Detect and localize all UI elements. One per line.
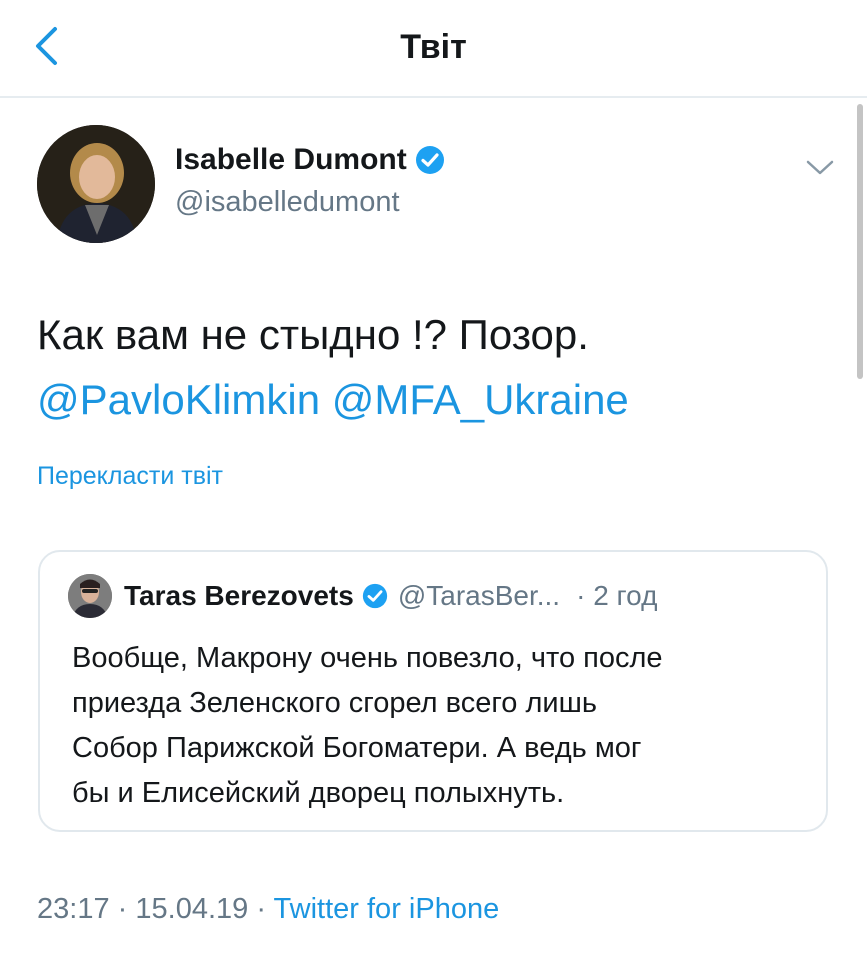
quoted-text-line: Вообще, Макрону очень повезло, что после <box>72 642 663 674</box>
quoted-author-name: Taras Berezovets <box>124 580 354 611</box>
tweet-time: 23:17 <box>37 893 110 925</box>
mention-link[interactable]: @PavloKlimkin <box>37 376 320 423</box>
meta-separator: · <box>256 893 266 925</box>
quoted-tweet-card[interactable]: Taras Berezovets @TarasBer... · 2 год Во… <box>38 550 828 832</box>
tweet-metadata: 23:17 · 15.04.19 · Twitter for iPhone <box>37 893 499 926</box>
author-name-row: Isabelle Dumont <box>175 143 445 177</box>
tweet-options-button[interactable] <box>800 150 840 186</box>
scrollbar[interactable] <box>857 104 863 379</box>
quoted-text-line: бы и Елисейский дворец полыхнуть. <box>72 777 565 809</box>
quoted-tweet-header: Taras Berezovets @TarasBer... · 2 год <box>124 580 657 612</box>
page-title: Твіт <box>400 28 467 66</box>
quoted-text-line: приезда Зеленского сгорел всего лишь <box>72 687 597 719</box>
avatar-photo <box>37 125 155 243</box>
quoted-tweet-time: · 2 год <box>576 580 658 611</box>
author-handle[interactable]: @isabelledumont <box>175 186 400 219</box>
author-avatar[interactable] <box>37 125 155 243</box>
translate-tweet-link[interactable]: Перекласти твіт <box>37 462 223 491</box>
tweet-text: Как вам не стыдно !? Позор. <box>37 311 589 358</box>
chevron-down-icon <box>806 160 834 175</box>
quoted-text-line: Собор Парижской Богоматери. А ведь мог <box>72 732 642 764</box>
quoted-author-avatar <box>68 574 112 618</box>
quoted-tweet-text: Вообще, Макрону очень повезло, что после… <box>72 636 812 816</box>
top-navigation-bar: Твіт <box>0 0 867 98</box>
meta-separator: · <box>117 893 128 925</box>
tweet-mentions: @PavloKlimkin @MFA_Ukraine <box>37 367 837 432</box>
quoted-author-handle: @TarasBer... <box>397 580 561 611</box>
tweet-source-link[interactable]: Twitter for iPhone <box>274 893 500 925</box>
author-name[interactable]: Isabelle Dumont <box>175 143 407 177</box>
verified-badge-icon <box>362 583 387 609</box>
tweet-date: 15.04.19 <box>135 893 249 925</box>
mention-link[interactable]: @MFA_Ukraine <box>332 376 629 423</box>
quoted-avatar-photo <box>68 574 112 618</box>
tweet-body: Как вам не стыдно !? Позор. @PavloKlimki… <box>37 302 837 432</box>
verified-badge-icon <box>415 146 444 174</box>
